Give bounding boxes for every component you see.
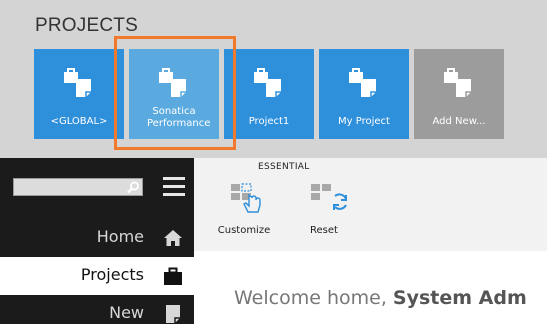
home-icon	[164, 230, 182, 246]
customize-label: Customize	[217, 225, 271, 236]
customize-button[interactable]: Customize	[209, 180, 279, 240]
project-icon	[159, 68, 186, 97]
new-document-icon	[166, 305, 180, 323]
sidebar-item-label: New	[109, 303, 144, 322]
project-tile-project1[interactable]: Project1	[224, 49, 314, 139]
welcome-heading: Welcome home, System Adm	[234, 287, 527, 309]
tile-label: Add New...	[432, 116, 486, 127]
project-icon	[254, 68, 281, 97]
reset-icon	[311, 184, 347, 210]
sidebar: Home Projects New	[0, 158, 194, 324]
sidebar-item-label: Projects	[80, 265, 144, 284]
welcome-prefix: Welcome home,	[234, 287, 393, 309]
project-tile-sonatica-performance[interactable]: Sonatica Performance	[129, 49, 219, 139]
project-icon	[64, 68, 91, 97]
sidebar-item-projects[interactable]: Projects	[0, 257, 194, 295]
sidebar-item-home[interactable]: Home	[0, 219, 194, 257]
tile-label: Project1	[248, 116, 290, 127]
main-content: Welcome home, System Adm	[194, 251, 547, 324]
projects-title: PROJECTS	[35, 15, 138, 36]
projects-panel: PROJECTS <GLOBAL> Sonatica Performance P…	[0, 0, 547, 158]
briefcase-icon	[164, 267, 182, 285]
project-tile-global[interactable]: <GLOBAL>	[34, 49, 124, 139]
welcome-user-name: System Adm	[392, 287, 527, 309]
sidebar-item-label: Home	[96, 227, 144, 246]
search-icon[interactable]	[126, 181, 140, 194]
project-icon	[444, 68, 471, 97]
add-new-project-tile[interactable]: Add New...	[414, 49, 504, 139]
reset-label: Reset	[310, 225, 338, 236]
tile-label: My Project	[338, 116, 390, 127]
project-icon	[349, 68, 376, 97]
project-tile-my-project[interactable]: My Project	[319, 49, 409, 139]
toolbar: ESSENTIAL Customize Reset	[194, 158, 547, 251]
customize-icon	[231, 183, 261, 213]
toolbar-group-label: ESSENTIAL	[258, 162, 310, 172]
search-field[interactable]	[16, 180, 121, 194]
sidebar-item-new[interactable]: New	[0, 295, 194, 324]
tile-label: <GLOBAL>	[50, 116, 108, 127]
hamburger-menu-icon[interactable]	[163, 177, 185, 197]
search-input[interactable]	[13, 178, 143, 196]
tile-label: Sonatica Performance	[147, 106, 211, 129]
reset-button[interactable]: Reset	[289, 180, 359, 240]
